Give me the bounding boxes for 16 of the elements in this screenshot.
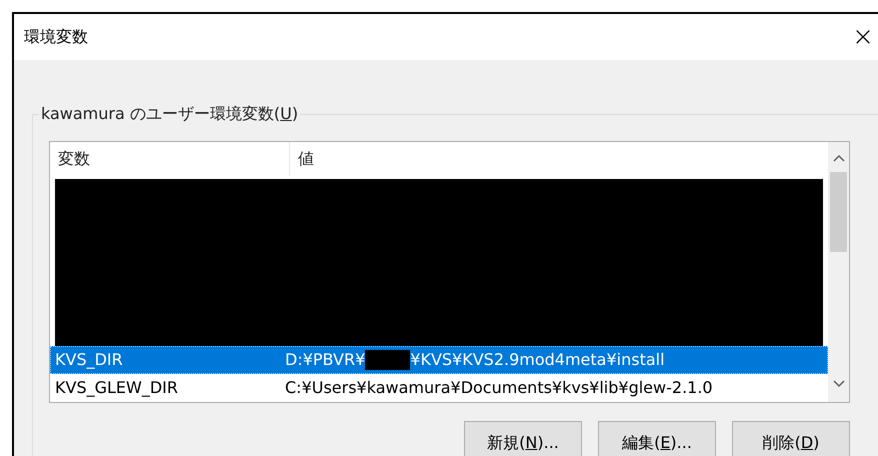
variable-value: D:¥PBVR¥ ¥KVS¥KVS2.9mod4meta¥install [285,349,665,372]
scroll-up-icon[interactable] [832,154,844,162]
list-row[interactable]: KVS_DIR D:¥PBVR¥ ¥KVS¥KVS2.9mod4meta¥install [50,346,828,374]
variable-value: C:¥Users¥kawamura¥Documents¥kvs¥lib¥glew-2.1.0 [285,377,713,400]
dialog-button[interactable]: 削除(D) [732,421,850,456]
dialog-button[interactable]: 新規(N)... [464,421,582,456]
scroll-thumb[interactable] [830,172,847,252]
close-button[interactable]: × [848,24,878,50]
variable-name: KVS_DIR [54,349,124,372]
dialog-button[interactable]: 編集(E)... [598,421,716,456]
variable-name: KVS_GLEW_DIR [54,377,179,400]
scroll-down-icon[interactable] [832,380,844,388]
column-header[interactable]: 変数 [50,142,290,176]
column-header[interactable]: 値 [290,142,314,176]
scrollbar[interactable] [828,142,849,402]
window-title: 環境変数 [23,26,88,48]
